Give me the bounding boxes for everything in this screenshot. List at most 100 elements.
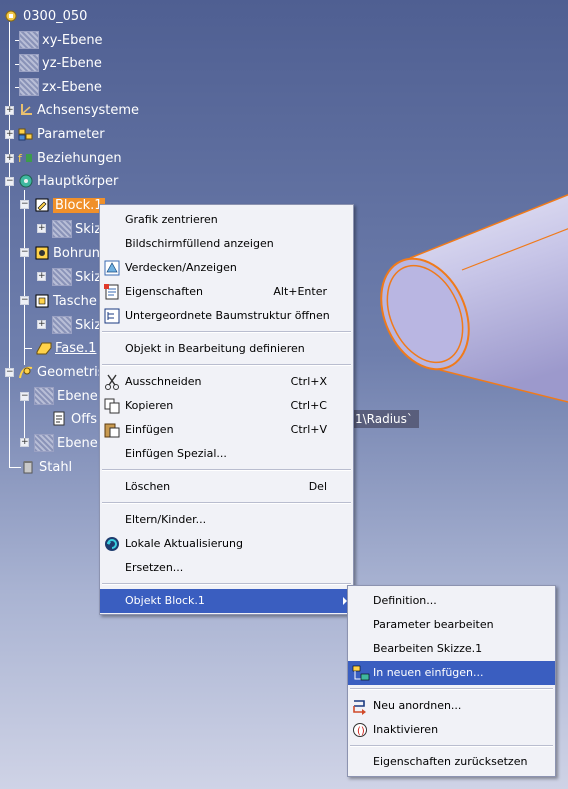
menu-item-label: Lokale Aktualisierung (125, 537, 243, 550)
collapse-toggle[interactable]: − (5, 368, 14, 377)
tree-icon (104, 308, 120, 324)
tree-item-relations[interactable]: f Beziehungen (18, 148, 122, 168)
menu-item-properties[interactable]: Eigenschaften Alt+Enter (100, 280, 353, 304)
submenu-item-deactivate[interactable]: () Inaktivieren (348, 718, 555, 742)
menu-item-object-block[interactable]: Objekt Block.1 (100, 589, 353, 613)
expand-toggle[interactable]: + (5, 106, 14, 115)
submenu-item-definition[interactable]: Definition... (348, 589, 555, 613)
update-icon (104, 536, 120, 552)
menu-item-label: Einfügen (125, 423, 174, 436)
tree-item-chamfer[interactable]: Fase.1 (36, 338, 96, 358)
menu-item-hide-show[interactable]: Verdecken/Anzeigen (100, 256, 353, 280)
collapse-toggle[interactable]: − (20, 296, 29, 305)
menu-item-label: Verdecken/Anzeigen (125, 261, 237, 274)
reorder-icon (352, 698, 368, 715)
expand-toggle[interactable]: + (37, 320, 46, 329)
collapse-toggle[interactable]: − (20, 392, 29, 401)
tree-item-hole[interactable]: Bohrun (34, 243, 100, 263)
tree-item-plane[interactable]: Ebene. (34, 386, 102, 406)
menu-item-label: Kopieren (125, 399, 174, 412)
submenu-item-reorder[interactable]: Neu anordnen... (348, 694, 555, 718)
tree-item-offset[interactable]: Offs (52, 409, 97, 429)
submenu-item-edit-sketch[interactable]: Bearbeiten Skizze.1 (348, 637, 555, 661)
tree-item-pad[interactable]: Block.1 (34, 195, 105, 215)
tree-item-material[interactable]: Stahl (20, 457, 72, 477)
sketch-icon (52, 316, 72, 334)
menu-item-local-update[interactable]: Lokale Aktualisierung (100, 532, 353, 556)
menu-item-label: Ausschneiden (125, 375, 202, 388)
tree-item-label: yz-Ebene (42, 55, 102, 71)
menu-item-shortcut: Ctrl+V (290, 423, 327, 436)
tree-item-pocket[interactable]: Tasche (34, 291, 97, 311)
expand-toggle[interactable]: + (5, 154, 14, 163)
menu-item-paste-special[interactable]: Einfügen Spezial... (100, 442, 353, 466)
paste-icon (104, 422, 120, 438)
tree-item-label: Ebene. (57, 435, 102, 451)
menu-separator (102, 364, 351, 366)
properties-icon (104, 284, 120, 300)
menu-item-cut[interactable]: Ausschneiden Ctrl+X (100, 370, 353, 394)
menu-item-parents-children[interactable]: Eltern/Kinder... (100, 508, 353, 532)
menu-item-copy[interactable]: Kopieren Ctrl+C (100, 394, 353, 418)
tree-item-label: Bohrun (53, 245, 100, 261)
tree-root-label: 0300_050 (23, 8, 88, 24)
menu-item-replace[interactable]: Ersetzen... (100, 556, 353, 580)
tree-item-parameters[interactable]: Parameter (18, 124, 105, 144)
collapse-toggle[interactable]: − (20, 248, 29, 257)
expand-toggle[interactable]: + (5, 130, 14, 139)
tree-item-zx-plane[interactable]: zx-Ebene (19, 77, 102, 97)
menu-item-open-subtree[interactable]: Untergeordnete Baumstruktur öffnen (100, 304, 353, 328)
collapse-toggle[interactable]: − (5, 177, 14, 186)
submenu-item-insert-in-new[interactable]: In neuen einfügen... (348, 661, 555, 685)
menu-item-shortcut: Ctrl+C (290, 399, 327, 412)
object-submenu: Definition... Parameter bearbeiten Bearb… (347, 585, 556, 777)
menu-item-delete[interactable]: Löschen Del (100, 475, 353, 499)
menu-item-label: Untergeordnete Baumstruktur öffnen (125, 309, 330, 322)
pocket-icon (34, 293, 50, 309)
menu-item-paste[interactable]: Einfügen Ctrl+V (100, 418, 353, 442)
menu-item-label: Einfügen Spezial... (125, 447, 227, 460)
axis-system-icon (18, 102, 34, 118)
tree-item-axis-systems[interactable]: Achsensysteme (18, 100, 139, 120)
collapse-toggle[interactable]: − (20, 200, 29, 209)
menu-item-shortcut: Alt+Enter (273, 285, 327, 298)
tree-item-plane[interactable]: Ebene. (34, 433, 102, 453)
expand-toggle[interactable]: + (20, 438, 29, 447)
formula-icon (52, 411, 68, 427)
submenu-item-edit-parameters[interactable]: Parameter bearbeiten (348, 613, 555, 637)
menu-item-label: Grafik zentrieren (125, 213, 218, 226)
menu-item-reframe-on[interactable]: Bildschirmfüllend anzeigen (100, 232, 353, 256)
tree-item-geometrical-set[interactable]: Geometris (18, 362, 105, 382)
menu-item-define-in-work-object[interactable]: Objekt in Bearbeitung definieren (100, 337, 353, 361)
tree-item-main-body[interactable]: Hauptkörper (18, 171, 118, 191)
menu-item-label: Objekt in Bearbeitung definieren (125, 342, 305, 355)
sketch-icon (52, 268, 72, 286)
submenu-item-reset-properties[interactable]: Eigenschaften zurücksetzen (348, 750, 555, 774)
tree-item-yz-plane[interactable]: yz-Ebene (19, 53, 102, 73)
tree-item-xy-plane[interactable]: xy-Ebene (19, 30, 103, 50)
menu-item-center-graph[interactable]: Grafik zentrieren (100, 208, 353, 232)
plane-icon (19, 31, 39, 49)
cylinder-part[interactable] (364, 190, 568, 405)
geometrical-set-icon (18, 364, 34, 380)
menu-item-label: Ersetzen... (125, 561, 184, 574)
menu-item-label: Neu anordnen... (373, 699, 462, 712)
menu-separator (102, 502, 351, 504)
tree-item-label: Fase.1 (55, 340, 97, 356)
tree-item-label: Block.1 (53, 197, 105, 213)
expand-toggle[interactable]: + (37, 272, 46, 281)
menu-item-label: Bildschirmfüllend anzeigen (125, 237, 274, 250)
deactivate-icon: () (352, 722, 368, 738)
menu-separator (102, 583, 351, 585)
expand-toggle[interactable]: + (37, 224, 46, 233)
menu-separator (350, 688, 553, 690)
relations-icon: f (18, 150, 34, 166)
svg-text:f: f (18, 152, 23, 165)
hole-icon (34, 245, 50, 261)
tree-item-label: Offs (71, 411, 97, 427)
plane-icon (34, 387, 54, 405)
plane-icon (19, 54, 39, 72)
tree-root[interactable]: 0300_050 (3, 6, 87, 26)
product-icon (3, 8, 20, 25)
offset-formula-text: 1\Radius` (353, 410, 419, 428)
